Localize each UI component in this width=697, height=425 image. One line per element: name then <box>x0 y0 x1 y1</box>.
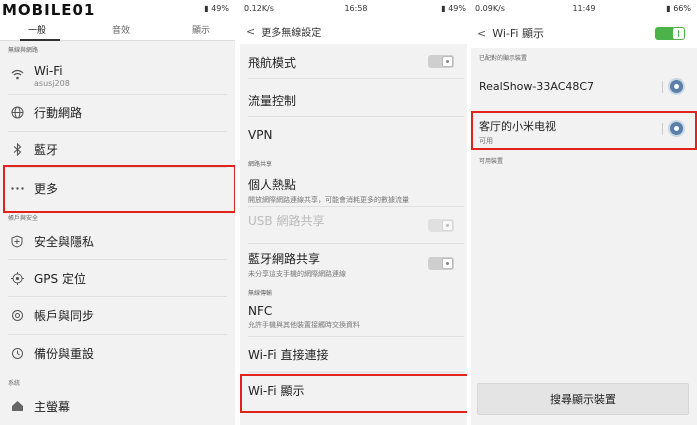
more-wireless-panel: 0.12K/s 16:58 ▮ 49% < 更多無線設定 飛航模式 流量控制 V… <box>240 0 472 425</box>
bt-tether-desc: 未分享這支手機的網際網路連線 <box>248 270 346 278</box>
search-devices-label: 搜尋顯示裝置 <box>550 393 616 406</box>
nfc-desc: 允許手機與其他裝置接觸時交換資料 <box>248 321 360 329</box>
section-available: 可用裝置 <box>479 158 504 165</box>
settings-tabs: 一般 音效 顯示 <box>0 18 235 41</box>
search-devices-button[interactable]: 搜尋顯示裝置 <box>477 383 689 415</box>
section-system: 系統 <box>8 380 21 387</box>
vpn-item[interactable]: VPN <box>248 128 464 142</box>
globe-icon <box>10 105 24 119</box>
wifi-direct-item[interactable]: Wi-Fi 直接連接 <box>248 346 464 363</box>
battery-indicator: ▮ 49% <box>204 4 229 13</box>
hotspot-desc: 開放網際網路連線共享，可能會消耗更多的數據流量 <box>248 196 409 204</box>
back-icon[interactable]: < <box>246 25 255 38</box>
wifi-display-panel: 0.09K/s 11:49 ▮ 66% < Wi-Fi 顯示 已配對的顯示裝置 … <box>471 0 697 425</box>
divider <box>248 336 464 337</box>
battery-indicator: ▮ 49% <box>441 4 466 13</box>
sidebar-item-sync[interactable]: 帳戶與同步 <box>0 297 235 333</box>
traffic-control-label: 流量控制 <box>248 94 297 108</box>
toggle-knob <box>442 258 453 269</box>
shield-icon <box>10 234 24 248</box>
page-title: Wi-Fi 顯示 <box>492 27 544 40</box>
nfc-label: NFC <box>248 304 273 318</box>
bt-tether-toggle[interactable] <box>428 257 454 270</box>
sidebar-item-wifi[interactable]: Wi-Fi asusj208 <box>0 56 235 92</box>
location-icon <box>10 271 24 285</box>
clock: 16:58 <box>344 4 368 13</box>
divider <box>248 243 464 244</box>
traffic-control-item[interactable]: 流量控制 <box>248 92 464 109</box>
toggle-knob <box>442 220 453 231</box>
hotspot-item[interactable]: 個人熱點 開放網際網路連線共享，可能會消耗更多的數據流量 <box>248 176 464 205</box>
highlight-box <box>240 374 469 413</box>
sidebar-item-security[interactable]: 安全與隱私 <box>0 223 235 259</box>
tab-general[interactable]: 一般 <box>28 23 46 36</box>
vpn-label: VPN <box>248 128 273 142</box>
sidebar-item-bluetooth[interactable]: 藍牙 <box>0 131 235 167</box>
tab-indicator <box>20 39 60 41</box>
sidebar-item-mobile-network[interactable]: 行動網路 <box>0 94 235 130</box>
gear-icon[interactable] <box>670 80 683 93</box>
tab-sound[interactable]: 音效 <box>112 23 130 36</box>
backup-icon <box>10 346 24 360</box>
airplane-toggle[interactable] <box>428 55 454 68</box>
gps-label: GPS 定位 <box>34 271 86 286</box>
section-paired: 已配對的顯示裝置 <box>479 55 528 62</box>
device-name: RealShow-33AC48C7 <box>479 80 595 93</box>
divider <box>248 116 464 117</box>
section-wireless-transfer: 無線傳輸 <box>248 290 273 297</box>
divider <box>248 78 464 79</box>
home-label: 主螢幕 <box>34 399 71 414</box>
sync-label: 帳戶與同步 <box>34 308 95 323</box>
clock: 11:49 <box>572 4 596 13</box>
mobile-network-label: 行動網路 <box>34 105 83 120</box>
wifi-network-name: asusj208 <box>34 79 70 88</box>
wifi-display-switch[interactable] <box>655 27 685 40</box>
tab-display[interactable]: 顯示 <box>192 23 210 36</box>
wifi-direct-label: Wi-Fi 直接連接 <box>248 348 329 362</box>
device-item[interactable]: RealShow-33AC48C7 <box>479 80 689 93</box>
back-icon[interactable]: < <box>477 27 486 40</box>
section-tethering: 網路共享 <box>248 161 273 168</box>
usb-tether-toggle <box>428 219 454 232</box>
highlight-box <box>471 111 697 150</box>
sidebar-item-backup[interactable]: 備份與重設 <box>0 335 235 371</box>
switch-knob <box>673 28 684 39</box>
backup-label: 備份與重設 <box>34 346 95 361</box>
hotspot-label: 個人熱點 <box>248 178 297 192</box>
highlight-box <box>3 165 235 213</box>
bluetooth-label: 藍牙 <box>34 142 59 157</box>
bluetooth-icon <box>10 142 24 156</box>
wifi-icon <box>10 67 24 81</box>
divider <box>662 81 663 93</box>
status-bar: 0.09K/s 11:49 ▮ 66% <box>471 0 697 18</box>
wifi-label: Wi-Fi <box>34 64 63 78</box>
watermark-logo: MOBILE01 <box>2 1 96 19</box>
home-icon <box>10 399 24 413</box>
security-label: 安全與隱私 <box>34 234 95 249</box>
header-bar: < 更多無線設定 <box>240 18 472 44</box>
settings-panel: MOBILE01 ▮ 49% 一般 音效 顯示 無線與網路 Wi-Fi asus… <box>0 0 235 425</box>
sidebar-item-home[interactable]: 主螢幕 <box>0 388 235 424</box>
toggle-knob <box>442 56 453 67</box>
divider <box>248 206 464 207</box>
nfc-item[interactable]: NFC 允許手機與其他裝置接觸時交換資料 <box>248 304 464 330</box>
section-account: 帳戶與安全 <box>8 215 39 222</box>
battery-indicator: ▮ 66% <box>666 4 691 13</box>
status-bar: 0.12K/s 16:58 ▮ 49% <box>240 0 472 18</box>
section-network: 無線與網路 <box>8 47 39 54</box>
sync-icon <box>10 308 24 322</box>
status-bar: MOBILE01 ▮ 49% <box>0 0 235 19</box>
sidebar-item-gps[interactable]: GPS 定位 <box>0 260 235 296</box>
page-title: 更多無線設定 <box>261 27 322 39</box>
divider <box>248 372 464 373</box>
